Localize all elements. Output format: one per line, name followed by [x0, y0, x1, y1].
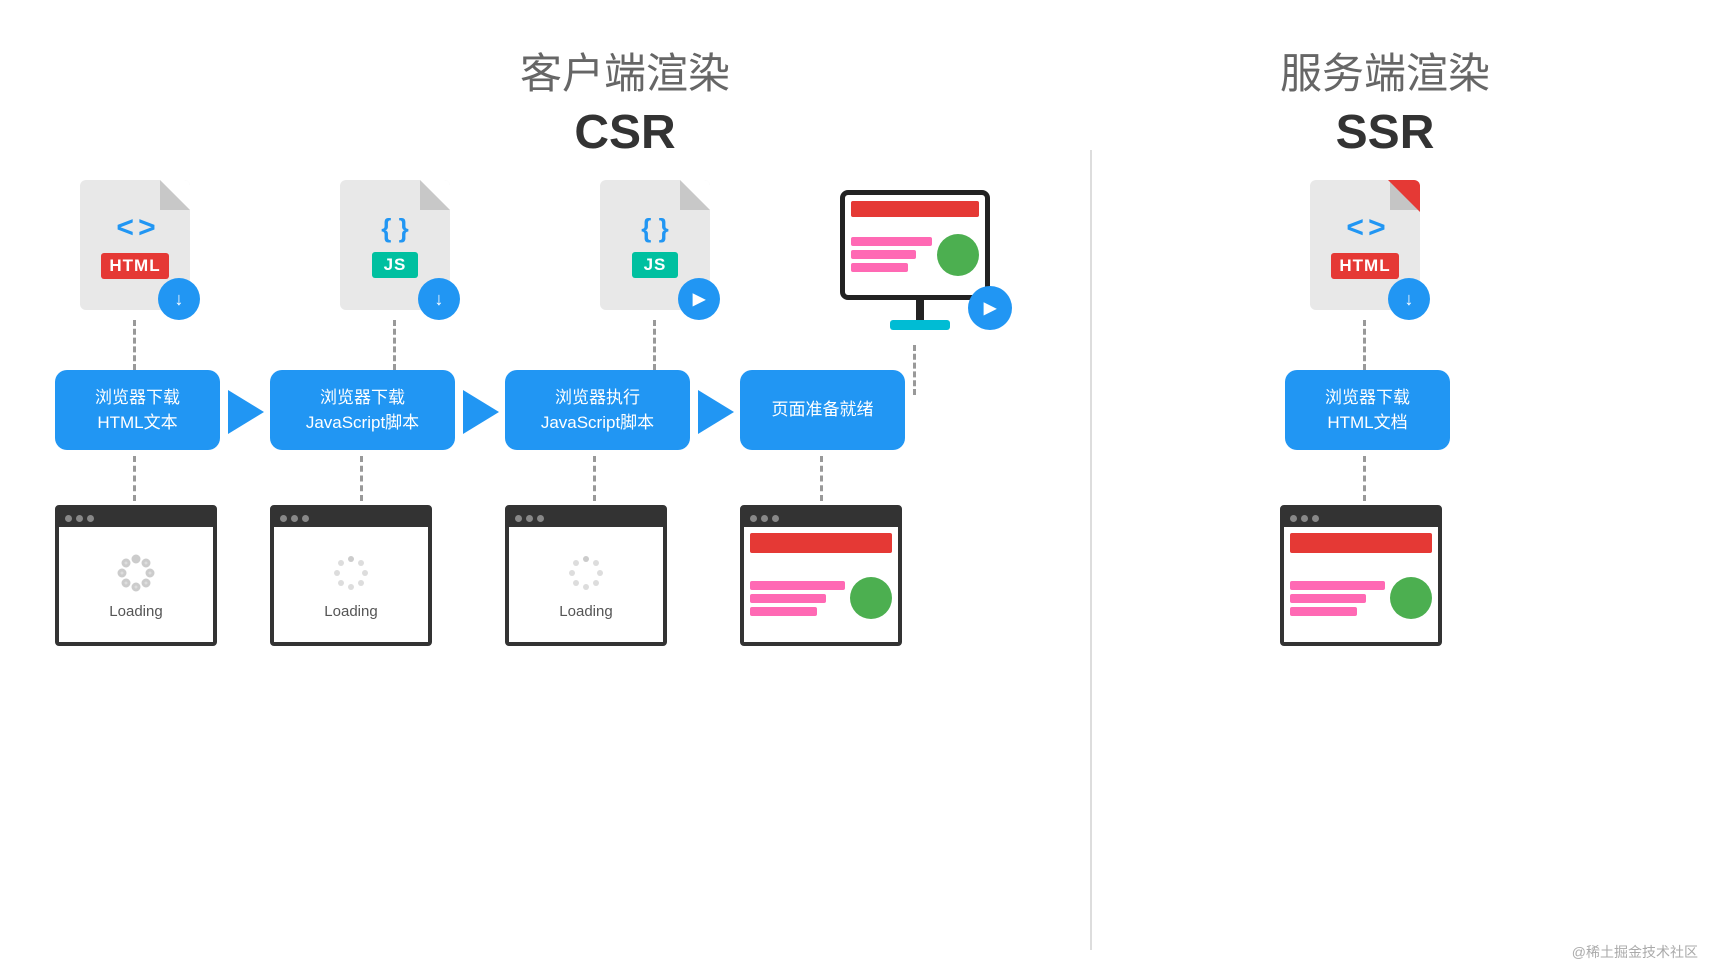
loading-text-1: Loading: [109, 603, 162, 620]
play-badge: ▶: [678, 278, 720, 320]
browser-1: Loading: [55, 505, 217, 646]
dashed-1: [133, 320, 136, 370]
dashed-2: [393, 320, 396, 370]
csr-chinese-title: 客户端渲染: [520, 40, 730, 101]
csr-title-area: 客户端渲染 CSR: [520, 40, 730, 160]
process-box-1-text: 浏览器下载HTML文本: [95, 385, 180, 436]
js-file-icon-2: { } JS ▶: [600, 180, 710, 310]
browser-2: Loading: [270, 505, 432, 646]
ssr-process-box: 浏览器下载HTML文档: [1285, 370, 1450, 450]
download-badge-1: ↓: [158, 278, 200, 320]
js-file-icon-1: { } JS ↓: [340, 180, 450, 310]
dashed-b1: [133, 456, 136, 501]
dashed-b4: [820, 456, 823, 501]
download-badge-ssr: ↓: [1388, 278, 1430, 320]
process-box-2: 浏览器下载JavaScript脚本: [270, 370, 455, 450]
dashed-4: [913, 345, 916, 395]
loading-text-2: Loading: [324, 603, 377, 620]
html-file-icon-1: < > HTML ↓: [80, 180, 190, 310]
loading-text-3: Loading: [559, 603, 612, 620]
arrow-2: [463, 390, 499, 434]
download-badge-2: ↓: [418, 278, 460, 320]
ssr-title-area: 服务端渲染 SSR: [1280, 40, 1490, 160]
process-box-4: 页面准备就绪: [740, 370, 905, 450]
watermark: @稀土掘金技术社区: [1572, 942, 1698, 962]
dashed-b3: [593, 456, 596, 501]
process-box-2-text: 浏览器下载JavaScript脚本: [306, 385, 419, 436]
dashed-ssr-1: [1363, 320, 1366, 370]
ssr-chinese-title: 服务端渲染: [1280, 40, 1490, 101]
ssr-process-text: 浏览器下载HTML文档: [1325, 385, 1410, 436]
process-box-1: 浏览器下载HTML文本: [55, 370, 220, 450]
divider: [1090, 150, 1092, 950]
spinner-3: [562, 549, 610, 597]
process-box-3-text: 浏览器执行JavaScript脚本: [541, 385, 654, 436]
dashed-3: [653, 320, 656, 370]
html-file-icon-ssr: < > HTML ↓: [1310, 180, 1420, 310]
spinner-1: [112, 549, 160, 597]
process-box-4-text: 页面准备就绪: [772, 397, 874, 423]
monitor-play-badge: ▶: [968, 286, 1012, 330]
arrow-3: [698, 390, 734, 434]
browser-3: Loading: [505, 505, 667, 646]
dashed-b2: [360, 456, 363, 501]
dashed-ssr-2: [1363, 456, 1366, 501]
monitor-icon: ▶: [840, 190, 1000, 340]
spinner-2: [327, 549, 375, 597]
process-box-3: 浏览器执行JavaScript脚本: [505, 370, 690, 450]
browser-ssr: [1280, 505, 1442, 646]
browser-4: [740, 505, 902, 646]
csr-subtitle: CSR: [520, 105, 730, 160]
ssr-subtitle: SSR: [1280, 105, 1490, 160]
arrow-1: [228, 390, 264, 434]
